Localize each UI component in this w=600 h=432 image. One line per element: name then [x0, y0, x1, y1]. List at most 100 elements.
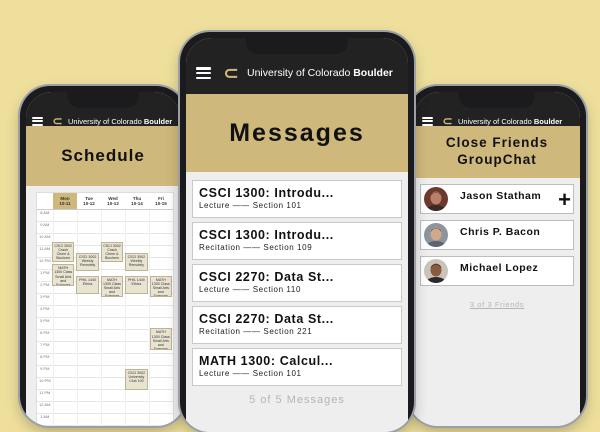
friend-item[interactable]: Chris P. Bacon	[420, 220, 574, 250]
message-title: CSCI 2270: Data St...	[199, 312, 334, 326]
hamburger-menu-icon[interactable]	[32, 116, 43, 126]
time-slot[interactable]	[52, 317, 77, 330]
hour-label: 9 PM	[37, 365, 53, 378]
time-slot[interactable]	[148, 233, 173, 246]
schedule-event[interactable]: CSCI 3002 Crash Chem & Biochem	[52, 241, 75, 262]
time-slot[interactable]	[100, 377, 125, 390]
time-slot[interactable]	[148, 365, 173, 378]
time-slot[interactable]	[52, 401, 77, 414]
message-title: CSCI 1300: Introdu...	[199, 228, 334, 242]
message-item[interactable]: MATH 1300: Calcul... Lecture —— Section …	[192, 348, 402, 386]
time-slot[interactable]	[148, 209, 173, 222]
time-slot[interactable]	[52, 413, 77, 426]
time-slot[interactable]	[124, 329, 149, 342]
time-slot[interactable]	[76, 317, 101, 330]
time-slot[interactable]	[76, 401, 101, 414]
time-slot[interactable]	[148, 413, 173, 426]
time-slot[interactable]	[76, 305, 101, 318]
time-slot[interactable]	[52, 221, 77, 234]
time-slot[interactable]	[148, 245, 173, 258]
day-date: 10-14	[131, 201, 143, 206]
brand-name: University of Colorado Boulder	[247, 67, 393, 79]
schedule-event[interactable]: PHIL 1440 Ethics	[125, 275, 148, 294]
time-slot[interactable]	[52, 305, 77, 318]
schedule-event[interactable]: PHIL 1440 Ethics	[76, 275, 99, 294]
schedule-event[interactable]: CSCI 3002 Weekly Remotely	[125, 253, 148, 271]
time-slot[interactable]	[148, 221, 173, 234]
time-slot[interactable]	[100, 425, 125, 426]
schedule-event[interactable]: CSCI 3002 Weekly Remotely	[76, 253, 99, 271]
time-slot[interactable]	[76, 221, 101, 234]
schedule-event[interactable]: CSCI 3002 University Club 100	[125, 368, 148, 391]
friends-count[interactable]: 3 of 3 Friends	[414, 300, 580, 309]
time-slot[interactable]	[148, 353, 173, 366]
phone-notch	[67, 92, 139, 108]
time-slot[interactable]	[100, 209, 125, 222]
time-slot[interactable]	[148, 425, 173, 426]
time-slot[interactable]	[124, 293, 149, 306]
time-slot[interactable]	[52, 425, 77, 426]
time-slot[interactable]	[124, 305, 149, 318]
hamburger-menu-icon[interactable]	[422, 116, 433, 126]
time-slot[interactable]	[124, 209, 149, 222]
time-slot[interactable]	[124, 317, 149, 330]
time-slot[interactable]	[76, 233, 101, 246]
time-slot[interactable]	[100, 353, 125, 366]
schedule-event[interactable]: MATH 1300 Class Small Arts and Sciences	[149, 275, 172, 298]
time-slot[interactable]	[76, 377, 101, 390]
time-slot[interactable]	[124, 341, 149, 354]
time-slot[interactable]	[76, 293, 101, 306]
message-item[interactable]: CSCI 1300: Introdu... Recitation —— Sect…	[192, 222, 402, 260]
add-friend-icon[interactable]: +	[558, 189, 571, 211]
avatar	[424, 187, 448, 211]
time-slot[interactable]	[76, 413, 101, 426]
time-slot[interactable]	[52, 341, 77, 354]
hamburger-menu-icon[interactable]	[196, 67, 211, 79]
time-slot[interactable]	[148, 377, 173, 390]
time-slot[interactable]	[148, 305, 173, 318]
time-slot[interactable]	[124, 401, 149, 414]
hour-row: 4 PM	[37, 305, 173, 318]
phone-groupchat: ⊂ University of Colorado Boulder < Close…	[408, 86, 586, 426]
message-item[interactable]: CSCI 2270: Data St... Lecture —— Section…	[192, 264, 402, 302]
time-slot[interactable]	[100, 341, 125, 354]
friend-item[interactable]: Jason Statham +	[420, 184, 574, 214]
time-slot[interactable]	[52, 329, 77, 342]
time-slot[interactable]	[148, 257, 173, 270]
time-slot[interactable]	[100, 401, 125, 414]
message-item[interactable]: CSCI 2270: Data St... Recitation —— Sect…	[192, 306, 402, 344]
time-slot[interactable]	[76, 353, 101, 366]
time-slot[interactable]	[124, 413, 149, 426]
time-slot[interactable]	[76, 341, 101, 354]
time-slot[interactable]	[148, 401, 173, 414]
time-slot[interactable]	[124, 221, 149, 234]
time-slot[interactable]	[76, 365, 101, 378]
schedule-event[interactable]: MATH 1300 Class Small Arts and Sciences	[52, 264, 75, 286]
time-slot[interactable]	[100, 221, 125, 234]
time-slot[interactable]	[124, 233, 149, 246]
page-title: Messages	[186, 94, 408, 172]
friend-name: Chris P. Bacon	[460, 226, 541, 238]
time-slot[interactable]	[76, 329, 101, 342]
time-slot[interactable]	[100, 305, 125, 318]
time-slot[interactable]	[76, 425, 101, 426]
time-slot[interactable]	[76, 209, 101, 222]
time-slot[interactable]	[52, 377, 77, 390]
time-slot[interactable]	[100, 329, 125, 342]
schedule-event[interactable]: MATH 1300 Class Small Arts and Sciences	[100, 275, 124, 298]
time-slot[interactable]	[100, 365, 125, 378]
hour-label: 8 AM	[37, 209, 53, 222]
time-slot[interactable]	[100, 413, 125, 426]
time-slot[interactable]	[100, 317, 125, 330]
time-slot[interactable]	[52, 209, 77, 222]
time-slot[interactable]	[124, 353, 149, 366]
hour-column-header	[37, 193, 53, 210]
schedule-event[interactable]: MATH 1300 Class Small Arts and Sciences	[149, 328, 172, 350]
time-slot[interactable]	[52, 353, 77, 366]
time-slot[interactable]	[52, 293, 77, 306]
schedule-event[interactable]: CSCI 3002 Crash Chem & Biochem	[100, 241, 124, 262]
time-slot[interactable]	[124, 425, 149, 426]
message-item[interactable]: CSCI 1300: Introdu... Lecture —— Section…	[192, 180, 402, 218]
time-slot[interactable]	[52, 365, 77, 378]
friend-item[interactable]: Michael Lopez	[420, 256, 574, 286]
